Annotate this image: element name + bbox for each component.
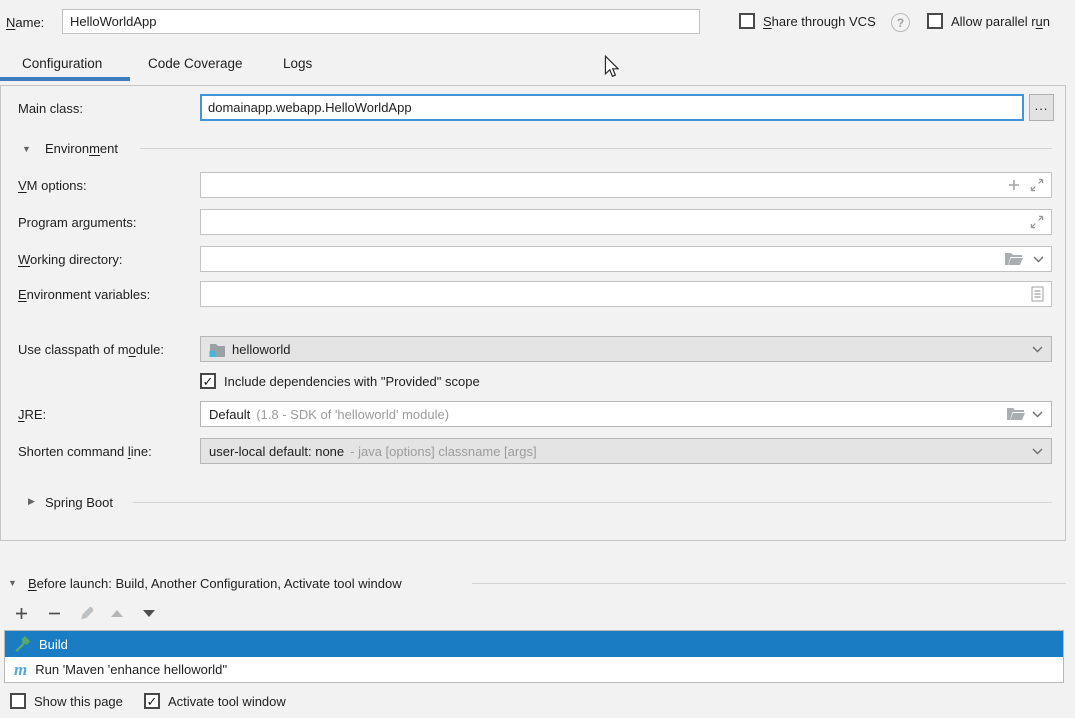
working-directory-label: Working directory: [18, 252, 123, 267]
share-vcs-checkbox-box[interactable] [739, 13, 755, 29]
show-this-page-label: Show this page [34, 694, 123, 709]
jre-combobox-hint: (1.8 - SDK of 'helloworld' module) [256, 407, 449, 422]
expand-icon[interactable] [1030, 178, 1044, 192]
show-this-page-checkbox-box[interactable] [10, 693, 26, 709]
provided-scope-checkbox[interactable]: ✓ Include dependencies with "Provided" s… [200, 373, 480, 389]
classpath-module-label: Use classpath of module: [18, 342, 164, 357]
jre-label: JRE: [18, 407, 46, 422]
task-row-build[interactable]: Build [5, 631, 1063, 657]
tab-code-coverage[interactable]: Code Coverage [148, 56, 243, 71]
move-up-icon[interactable] [108, 604, 126, 622]
jre-combobox-value: Default [209, 407, 250, 422]
spring-boot-section-title[interactable]: Spring Boot [45, 495, 113, 510]
help-icon[interactable]: ? [891, 13, 910, 32]
module-combobox-value: helloworld [232, 342, 291, 357]
program-arguments-input[interactable] [200, 209, 1052, 235]
environment-variables-input[interactable] [200, 281, 1052, 307]
jre-combobox[interactable]: Default (1.8 - SDK of 'helloworld' modul… [200, 401, 1052, 427]
task-row-build-label: Build [39, 637, 68, 652]
activate-tool-window-checkbox[interactable]: ✓ Activate tool window [144, 693, 286, 709]
active-tab-indicator [0, 77, 130, 81]
name-input[interactable] [62, 9, 700, 34]
shorten-combobox-value: user-local default: none [209, 444, 344, 459]
before-launch-collapse-icon[interactable]: ▼ [8, 578, 17, 588]
environment-section-title[interactable]: Environment [45, 141, 118, 156]
program-arguments-label: Program arguments: [18, 215, 137, 230]
share-vcs-label: Share through VCS [763, 14, 876, 29]
activate-tool-window-checkbox-box[interactable]: ✓ [144, 693, 160, 709]
tab-configuration[interactable]: Configuration [22, 56, 102, 71]
chevron-down-icon[interactable] [1032, 448, 1043, 455]
edit-pencil-icon[interactable] [78, 604, 96, 622]
before-launch-task-list: Build m Run 'Maven 'enhance helloworld'' [4, 630, 1064, 683]
main-class-input[interactable] [200, 94, 1024, 121]
chevron-down-icon[interactable] [1033, 256, 1044, 263]
run-debug-configuration-dialog: Name: Share through VCS ? Allow parallel… [0, 0, 1075, 718]
name-label: Name: [6, 15, 44, 30]
module-icon [209, 342, 226, 357]
allow-parallel-label: Allow parallel run [951, 14, 1050, 29]
build-hammer-icon [14, 636, 31, 653]
mouse-cursor [604, 55, 619, 78]
main-class-browse-button[interactable]: ... [1029, 94, 1054, 121]
env-list-icon[interactable] [1031, 286, 1044, 302]
show-this-page-checkbox[interactable]: Show this page [10, 693, 123, 709]
shorten-combobox-hint: - java [options] classname [args] [350, 444, 536, 459]
shorten-combobox[interactable]: user-local default: none - java [options… [200, 438, 1052, 464]
environment-section-divider [140, 148, 1052, 149]
main-class-label: Main class: [18, 101, 83, 116]
move-down-icon[interactable] [140, 604, 158, 622]
activate-tool-window-label: Activate tool window [168, 694, 286, 709]
before-launch-title[interactable]: Before launch: Build, Another Configurat… [28, 576, 402, 591]
share-vcs-checkbox[interactable]: Share through VCS [739, 13, 876, 29]
provided-scope-label: Include dependencies with "Provided" sco… [224, 374, 480, 389]
maven-icon: m [14, 661, 27, 678]
open-folder-icon[interactable] [1004, 252, 1024, 266]
module-combobox[interactable]: helloworld [200, 336, 1052, 362]
task-row-maven-label: Run 'Maven 'enhance helloworld'' [35, 662, 227, 677]
vm-options-label: VM options: [18, 178, 87, 193]
plus-icon[interactable] [1007, 178, 1021, 192]
allow-parallel-checkbox-box[interactable] [927, 13, 943, 29]
remove-icon[interactable] [45, 604, 63, 622]
configuration-tab-panel [0, 85, 1066, 541]
spring-boot-section-divider [133, 502, 1052, 503]
environment-variables-label: Environment variables: [18, 287, 150, 302]
spring-boot-expand-icon[interactable]: ▶ [28, 496, 35, 507]
expand-icon[interactable] [1030, 215, 1044, 229]
provided-scope-checkbox-box[interactable]: ✓ [200, 373, 216, 389]
working-directory-input[interactable] [200, 246, 1052, 272]
add-icon[interactable] [12, 604, 30, 622]
tab-logs[interactable]: Logs [283, 56, 312, 71]
task-row-maven[interactable]: m Run 'Maven 'enhance helloworld'' [5, 657, 1063, 682]
shorten-command-line-label: Shorten command line: [18, 444, 152, 459]
environment-collapse-icon[interactable]: ▼ [22, 144, 31, 154]
allow-parallel-checkbox[interactable]: Allow parallel run [927, 13, 1050, 29]
before-launch-divider [472, 583, 1066, 584]
open-folder-icon[interactable] [1006, 407, 1026, 421]
chevron-down-icon[interactable] [1032, 346, 1043, 353]
vm-options-input[interactable] [200, 172, 1052, 198]
chevron-down-icon[interactable] [1032, 411, 1043, 418]
